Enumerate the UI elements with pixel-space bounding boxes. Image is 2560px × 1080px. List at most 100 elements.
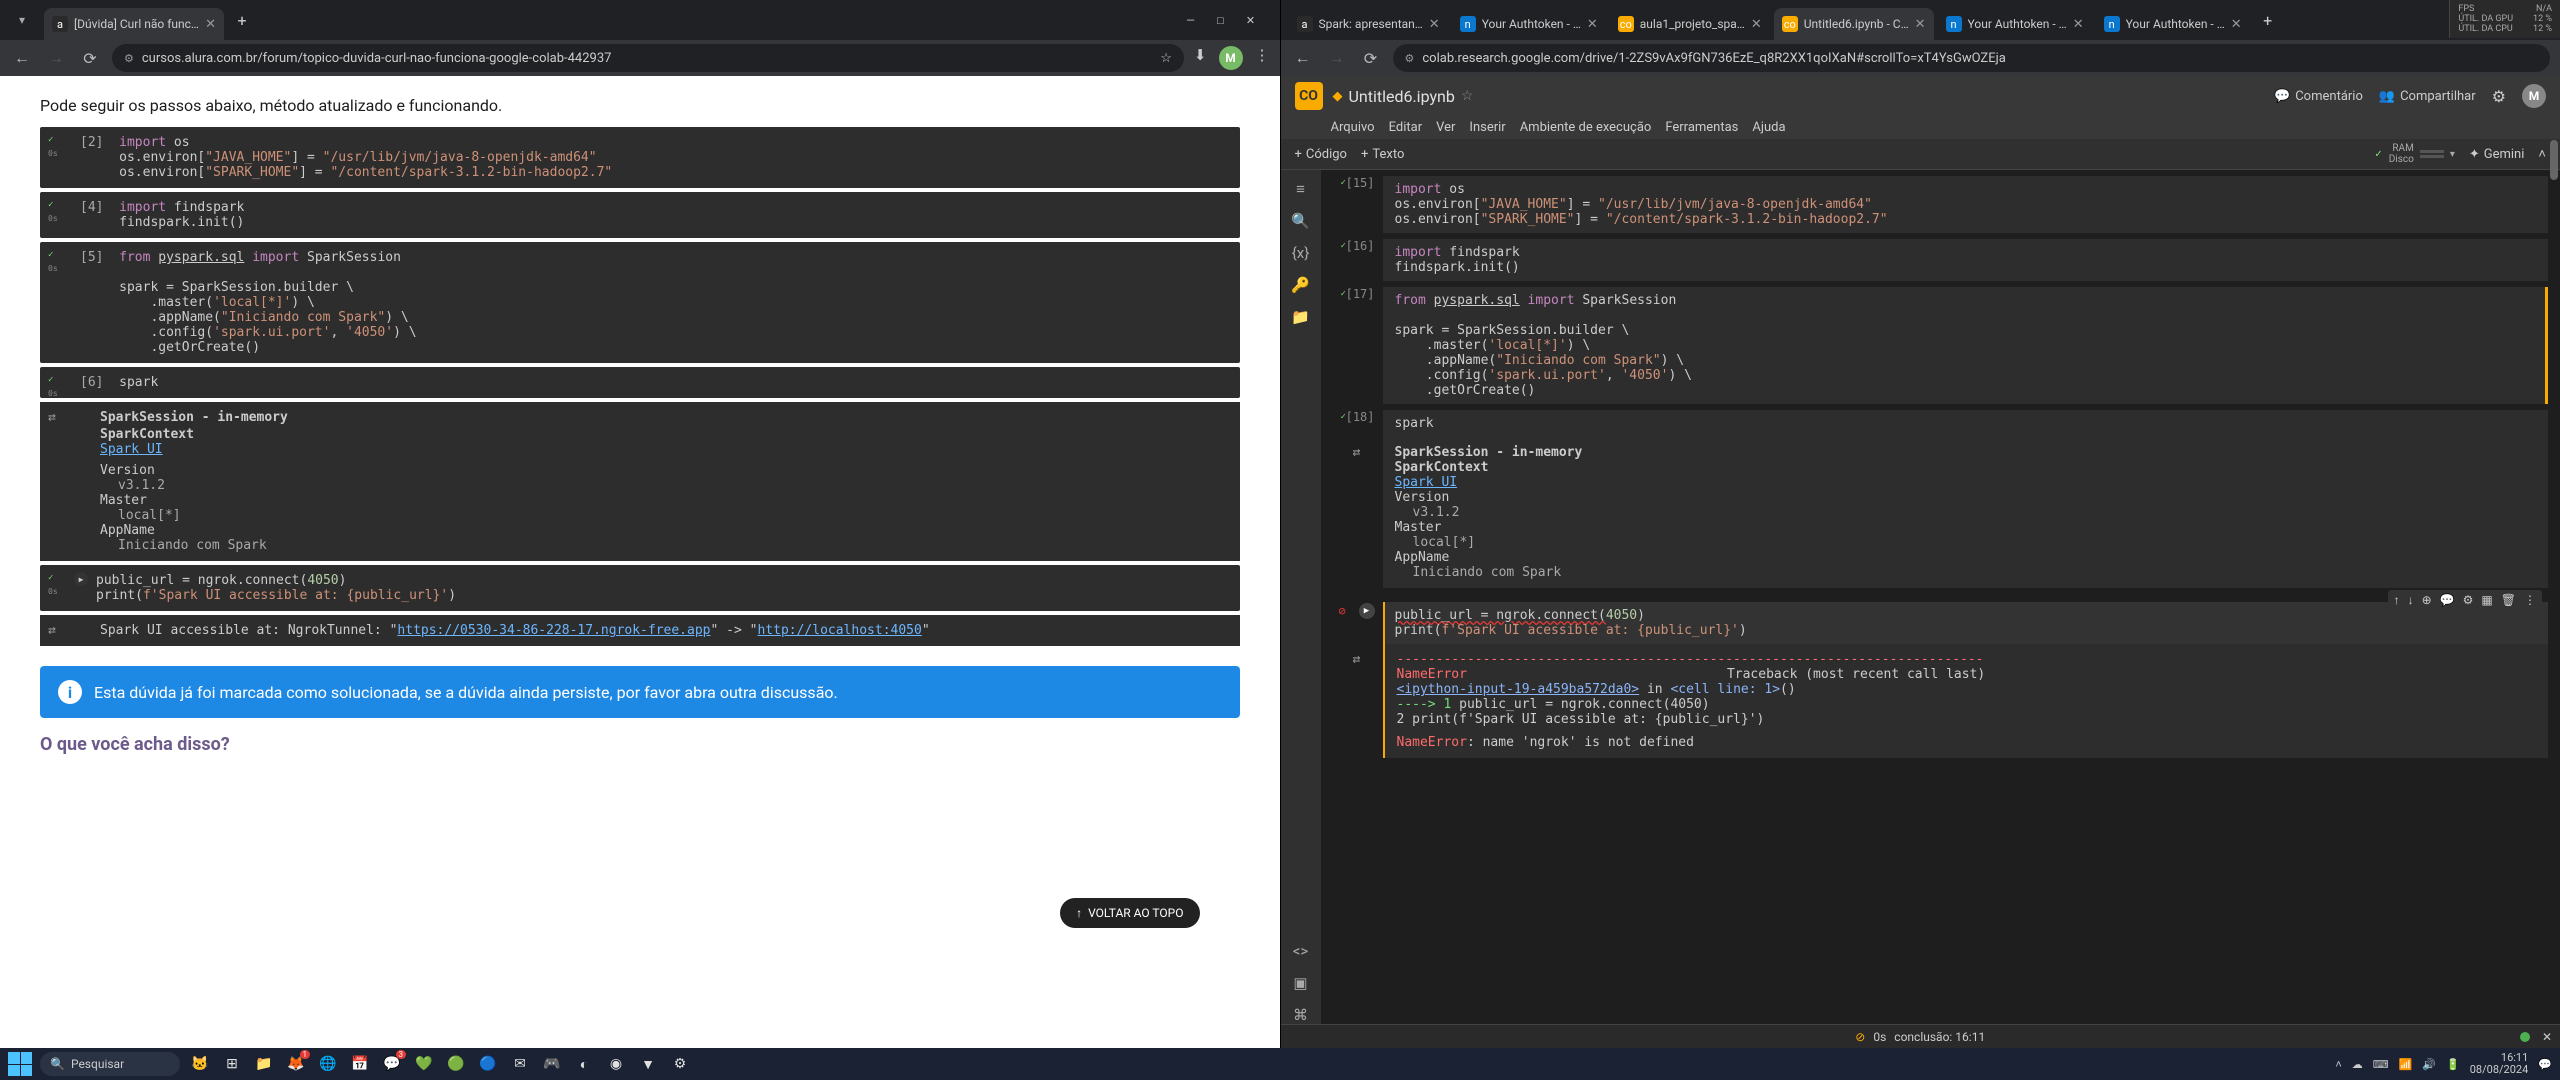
- menu-ferramentas[interactable]: Ferramentas: [1665, 120, 1738, 135]
- whatsapp-icon[interactable]: 💚: [412, 1052, 436, 1076]
- wifi-icon[interactable]: 📶: [2399, 1058, 2413, 1071]
- new-tab-button[interactable]: +: [228, 6, 256, 34]
- onedrive-icon[interactable]: ☁: [2352, 1058, 2363, 1071]
- tab-close-icon[interactable]: ✕: [1587, 17, 1598, 32]
- minimize-icon[interactable]: —: [1182, 14, 1200, 27]
- command-palette-icon[interactable]: ⌘: [1293, 1006, 1308, 1024]
- battery-icon[interactable]: 🔋: [2446, 1058, 2460, 1071]
- game-icon[interactable]: 🎮: [540, 1052, 564, 1076]
- calendar-icon[interactable]: 📅: [348, 1052, 372, 1076]
- mail-icon[interactable]: ✉: [508, 1052, 532, 1076]
- url-input[interactable]: ⚙ cursos.alura.com.br/forum/topico-duvid…: [112, 44, 1184, 72]
- reload-button[interactable]: ⟳: [1359, 49, 1383, 68]
- secrets-icon[interactable]: 🔑: [1291, 276, 1310, 294]
- variables-icon[interactable]: {x}: [1292, 244, 1310, 262]
- toc-icon[interactable]: ≡: [1296, 180, 1305, 198]
- notebook-title[interactable]: ◆ Untitled6.ipynb ☆: [1333, 87, 1474, 106]
- browser-tab-4[interactable]: nYour Authtoken - …✕: [1938, 8, 2092, 40]
- move-down-icon[interactable]: ↓: [2408, 593, 2414, 607]
- spark-ui-link[interactable]: Spark UI: [1395, 475, 1458, 490]
- explorer-icon[interactable]: 📁: [252, 1052, 276, 1076]
- settings-icon[interactable]: ⚙: [2463, 593, 2474, 607]
- close-footer-icon[interactable]: ✕: [2542, 1030, 2552, 1044]
- chrome-icon[interactable]: 🔵: [476, 1052, 500, 1076]
- output-toggle-icon[interactable]: ⇄: [1353, 445, 1361, 460]
- firefox-icon[interactable]: 🦊1: [284, 1052, 308, 1076]
- terminal-icon[interactable]: ▣: [1293, 974, 1307, 992]
- mirror-icon[interactable]: ▦: [2481, 593, 2492, 607]
- forward-button[interactable]: →: [1325, 48, 1349, 68]
- search-icon[interactable]: 🔍: [1291, 212, 1310, 230]
- edge-icon[interactable]: 🌐: [316, 1052, 340, 1076]
- menu-inserir[interactable]: Inserir: [1469, 120, 1505, 135]
- discord-icon[interactable]: 💬3: [380, 1052, 404, 1076]
- colab-logo-icon[interactable]: CO: [1295, 82, 1323, 110]
- site-info-icon[interactable]: ⚙: [124, 52, 134, 65]
- tray-chevron-icon[interactable]: ˄: [2335, 1058, 2341, 1071]
- more-icon[interactable]: ⋮: [2524, 593, 2536, 607]
- menu-ambiente de execução[interactable]: Ambiente de execução: [1520, 120, 1652, 135]
- tab-close-icon[interactable]: ✕: [205, 17, 216, 32]
- share-button[interactable]: 👥Compartilhar: [2379, 89, 2476, 104]
- cell-19-active[interactable]: ↑ ↓ ⊕ 💬 ⚙ ▦ 🗑 ⋮ ⊘ ▶ public: [1333, 602, 2549, 758]
- back-button[interactable]: ←: [10, 48, 34, 68]
- reload-button[interactable]: ⟳: [78, 49, 102, 68]
- cell-15[interactable]: ✓[15] import os os.environ["JAVA_HOME"] …: [1333, 176, 2549, 233]
- steam-icon[interactable]: ◉: [604, 1052, 628, 1076]
- chevron-up-icon[interactable]: ˄: [2538, 146, 2546, 162]
- comment-icon[interactable]: 💬: [2440, 593, 2455, 607]
- settings-icon[interactable]: ⚙: [668, 1052, 692, 1076]
- download-icon[interactable]: ⬇: [1194, 46, 1207, 70]
- menu-arquivo[interactable]: Arquivo: [1331, 120, 1375, 135]
- browser-tab-2[interactable]: coaula1_projeto_spa…✕: [1610, 8, 1770, 40]
- output-toggle-icon[interactable]: ⇄: [48, 410, 56, 425]
- tab-close-icon[interactable]: ✕: [2231, 17, 2242, 32]
- menu-editar[interactable]: Editar: [1389, 120, 1423, 135]
- star-icon[interactable]: ☆: [1461, 88, 1474, 104]
- forward-button[interactable]: →: [44, 48, 68, 68]
- chevron-down-icon[interactable]: ▾: [2450, 149, 2455, 160]
- browser-tab-1[interactable]: nYour Authtoken - …✕: [1452, 8, 1606, 40]
- taskbar-search[interactable]: 🔍 Pesquisar: [40, 1052, 180, 1076]
- cell-16[interactable]: ✓[16] import findspark findspark.init(): [1333, 239, 2549, 281]
- scroll-to-top-button[interactable]: ↑ VOLTAR AO TOPO: [1060, 898, 1199, 928]
- scrollbar-thumb[interactable]: [2550, 170, 2558, 180]
- browser-tab-0[interactable]: aSpark: apresentan…✕: [1289, 8, 1448, 40]
- task-view-icon[interactable]: ⊞: [220, 1052, 244, 1076]
- volume-icon[interactable]: 🔊: [2422, 1058, 2436, 1071]
- menu-ver[interactable]: Ver: [1436, 120, 1455, 135]
- bookmark-icon[interactable]: ☆: [1160, 51, 1172, 66]
- output-toggle-icon[interactable]: ⇄: [48, 623, 56, 638]
- close-window-icon[interactable]: ✕: [1242, 14, 1260, 27]
- settings-icon[interactable]: ⚙: [2492, 87, 2506, 106]
- resource-meter[interactable]: ✓ RAMDisco ▾: [2374, 143, 2455, 165]
- cell-17[interactable]: ✓[17] from pyspark.sql import SparkSessi…: [1333, 287, 2549, 404]
- tab-search-dropdown[interactable]: ▾: [8, 6, 36, 34]
- tab-close-icon[interactable]: ✕: [1429, 17, 1440, 32]
- tab-alura[interactable]: a [Dúvida] Curl não funciona goo… ✕: [44, 8, 224, 40]
- add-text-button[interactable]: + Texto: [1361, 147, 1404, 162]
- profile-avatar[interactable]: M: [2522, 84, 2546, 108]
- cell-18[interactable]: ✓[18] spark ⇄ SparkSession - in-memory S…: [1333, 410, 2549, 588]
- menu-ajuda[interactable]: Ajuda: [1752, 120, 1785, 135]
- run-button-icon[interactable]: ▶: [74, 572, 88, 586]
- site-info-icon[interactable]: ⚙: [1405, 52, 1415, 65]
- tab-close-icon[interactable]: ✕: [1751, 17, 1762, 32]
- menu-icon[interactable]: ⋮: [1255, 46, 1270, 70]
- url-input[interactable]: ⚙ colab.research.google.com/drive/1-2ZS9…: [1393, 44, 2551, 72]
- tab-close-icon[interactable]: ✕: [2073, 17, 2084, 32]
- start-button[interactable]: [8, 1052, 32, 1076]
- app-icon-2[interactable]: ▼: [636, 1052, 660, 1076]
- tab-close-icon[interactable]: ✕: [1915, 17, 1926, 32]
- delete-icon[interactable]: 🗑: [2501, 593, 2516, 607]
- language-indicator[interactable]: ⌨: [2373, 1058, 2389, 1071]
- spotify-icon[interactable]: 🟢: [444, 1052, 468, 1076]
- app-icon-1[interactable]: ◐: [572, 1052, 596, 1076]
- browser-tab-5[interactable]: nYour Authtoken - …✕: [2096, 8, 2250, 40]
- localhost-link[interactable]: http://localhost:4050: [757, 623, 921, 638]
- maximize-icon[interactable]: □: [1212, 14, 1230, 27]
- back-button[interactable]: ←: [1291, 48, 1315, 68]
- ngrok-link[interactable]: https://0530-34-86-228-17.ngrok-free.app: [397, 623, 710, 638]
- profile-avatar[interactable]: M: [1219, 46, 1243, 70]
- files-icon[interactable]: 📁: [1291, 308, 1310, 326]
